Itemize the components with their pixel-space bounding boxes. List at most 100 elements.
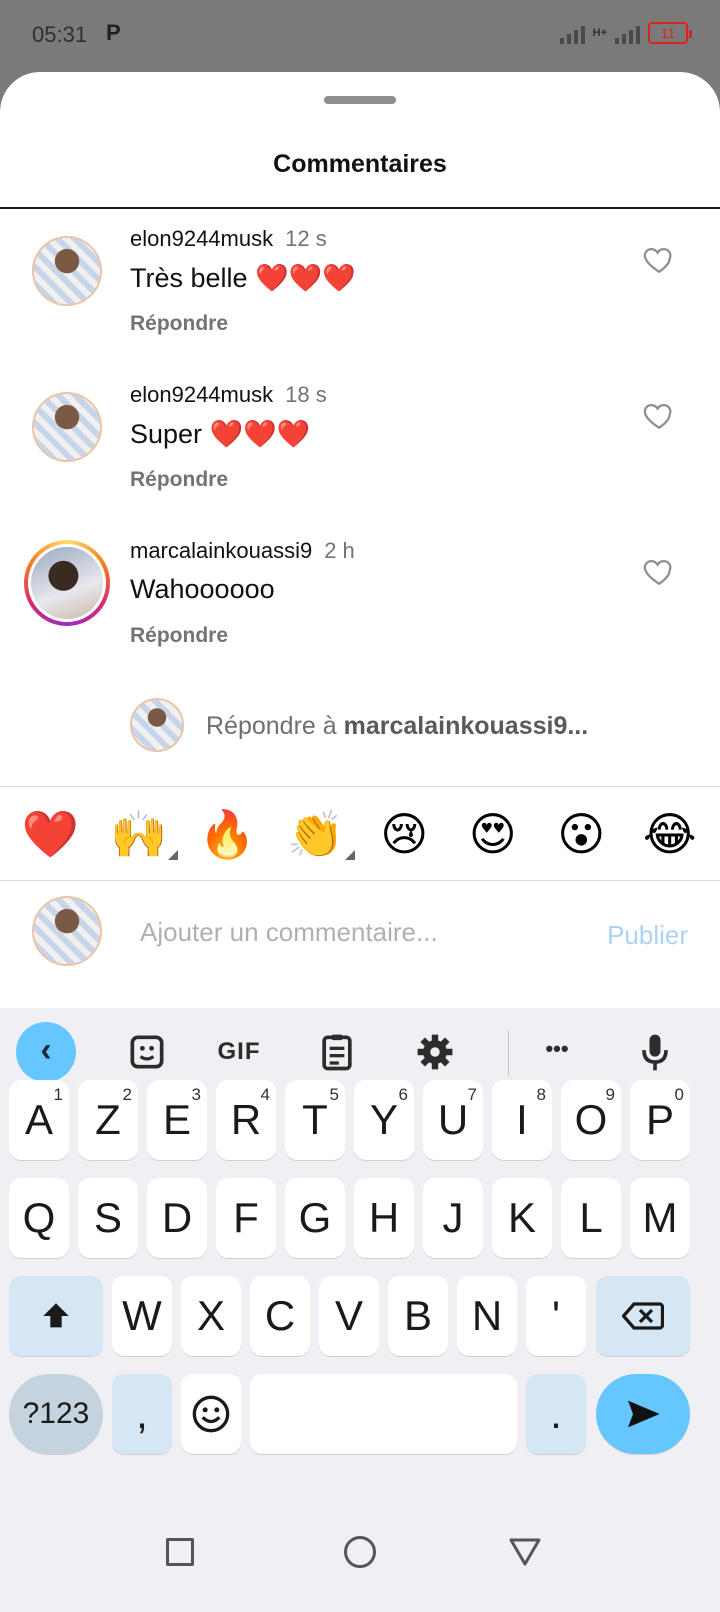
reply-to-text: Répondre à marcalainkouassi9... xyxy=(206,712,588,741)
space-key[interactable] xyxy=(250,1374,517,1454)
divider xyxy=(0,207,720,209)
emoji-fire[interactable]: 🔥 xyxy=(192,807,262,862)
toolbar-separator xyxy=(508,1030,509,1076)
emoji-clapping[interactable]: 👏 xyxy=(281,807,355,862)
reply-button[interactable]: Répondre xyxy=(130,468,228,492)
reply-to-row[interactable]: Répondre à marcalainkouassi9... xyxy=(0,690,720,760)
like-heart-icon[interactable] xyxy=(642,554,676,588)
shift-key[interactable] xyxy=(9,1276,103,1356)
more-icon[interactable]: ••• xyxy=(532,1036,582,1080)
key-w[interactable]: W xyxy=(112,1276,172,1356)
clipboard-icon[interactable] xyxy=(312,1030,362,1074)
avatar xyxy=(130,698,184,752)
status-time: 05:31 xyxy=(32,22,88,47)
emoji-heart[interactable]: ❤️ xyxy=(15,807,85,862)
reply-to-prefix: Répondre à xyxy=(206,712,344,740)
key-y[interactable]: Y6 xyxy=(354,1080,414,1160)
key-label: P xyxy=(645,1096,674,1143)
key-r[interactable]: R4 xyxy=(216,1080,276,1160)
key-n[interactable]: N xyxy=(457,1276,517,1356)
key-s[interactable]: S xyxy=(78,1178,138,1258)
comment-time: 18 s xyxy=(285,382,327,407)
key-b[interactable]: B xyxy=(388,1276,448,1356)
network-type: H+ xyxy=(592,27,607,39)
key-x[interactable]: X xyxy=(181,1276,241,1356)
key-m[interactable]: M xyxy=(630,1178,690,1258)
key-number: 1 xyxy=(53,1085,63,1104)
home-button[interactable] xyxy=(344,1536,376,1568)
symbols-key[interactable]: ?123 xyxy=(9,1374,103,1454)
comment-time: 12 s xyxy=(285,226,327,251)
key-g[interactable]: G xyxy=(285,1178,345,1258)
comment-input[interactable] xyxy=(140,912,560,952)
comment-header: marcalainkouassi9 2 h xyxy=(130,538,355,564)
key-e[interactable]: E3 xyxy=(147,1080,207,1160)
key-j[interactable]: J xyxy=(423,1178,483,1258)
key-u[interactable]: U7 xyxy=(423,1080,483,1160)
publish-button[interactable]: Publier xyxy=(607,920,688,951)
emoji-heart-eyes[interactable]: 😍 xyxy=(458,807,528,861)
period-key[interactable]: . xyxy=(526,1374,586,1454)
key-label: Z xyxy=(95,1096,121,1143)
emoji-laughing[interactable]: 😂 xyxy=(635,807,705,861)
key-l[interactable]: L xyxy=(561,1178,621,1258)
key-h[interactable]: H xyxy=(354,1178,414,1258)
key-i[interactable]: I8 xyxy=(492,1080,552,1160)
keyboard-back-button[interactable]: ‹ xyxy=(16,1022,76,1082)
comment-username[interactable]: elon9244musk xyxy=(130,382,273,407)
signal-icon-2 xyxy=(615,22,640,44)
key-f[interactable]: F xyxy=(216,1178,276,1258)
avatar xyxy=(28,544,106,622)
reply-to-username: marcalainkouassi9... xyxy=(343,712,589,740)
variant-indicator xyxy=(344,849,355,860)
avatar-story-ring[interactable] xyxy=(24,540,110,626)
reply-button[interactable]: Répondre xyxy=(130,624,228,648)
key-z[interactable]: Z2 xyxy=(78,1080,138,1160)
key-number: 6 xyxy=(398,1085,408,1104)
gif-button[interactable]: GIF xyxy=(214,1038,264,1082)
backspace-key[interactable] xyxy=(596,1276,690,1356)
emoji-crying[interactable]: 😢 xyxy=(369,807,439,861)
divider xyxy=(0,786,720,787)
key-label: Y xyxy=(369,1096,398,1143)
key-p[interactable]: P0 xyxy=(630,1080,690,1160)
key-v[interactable]: V xyxy=(319,1276,379,1356)
key-q[interactable]: Q xyxy=(9,1178,69,1258)
key-c[interactable]: C xyxy=(250,1276,310,1356)
key-apostrophe[interactable]: ' xyxy=(526,1276,586,1356)
comment-username[interactable]: marcalainkouassi9 xyxy=(130,538,312,563)
recents-button[interactable] xyxy=(166,1538,194,1566)
key-number: 9 xyxy=(605,1085,615,1104)
key-t[interactable]: T5 xyxy=(285,1080,345,1160)
send-key[interactable] xyxy=(596,1374,690,1454)
avatar[interactable] xyxy=(32,236,102,306)
sticker-icon[interactable] xyxy=(122,1030,172,1074)
status-bar: 05:31 P H+ 11 xyxy=(0,0,720,72)
key-k[interactable]: K xyxy=(492,1178,552,1258)
key-label: U xyxy=(437,1096,469,1143)
comma-key[interactable]: , xyxy=(112,1374,172,1454)
like-heart-icon[interactable] xyxy=(642,398,676,432)
key-number: 2 xyxy=(122,1085,132,1104)
emoji-surprised[interactable]: 😮 xyxy=(546,807,616,861)
emoji-raising-hands[interactable]: 🙌 xyxy=(104,807,178,862)
key-a[interactable]: A1 xyxy=(9,1080,69,1160)
gear-icon[interactable] xyxy=(410,1030,460,1074)
send-icon xyxy=(628,1400,660,1428)
drag-handle[interactable] xyxy=(324,96,396,104)
back-triangle-icon[interactable] xyxy=(508,1536,542,1568)
backspace-icon xyxy=(621,1302,665,1330)
reply-button[interactable]: Répondre xyxy=(130,312,228,336)
emoji-key[interactable] xyxy=(181,1374,241,1454)
comment-text: Wahoooooo xyxy=(130,574,275,604)
comment-username[interactable]: elon9244musk xyxy=(130,226,273,251)
like-heart-icon[interactable] xyxy=(642,242,676,276)
key-d[interactable]: D xyxy=(147,1178,207,1258)
key-label: T xyxy=(302,1096,328,1143)
avatar xyxy=(32,896,102,966)
mic-icon[interactable] xyxy=(630,1030,680,1074)
comment-composer: Publier xyxy=(0,882,720,982)
comment-time: 2 h xyxy=(324,538,355,563)
key-o[interactable]: O9 xyxy=(561,1080,621,1160)
avatar[interactable] xyxy=(32,392,102,462)
